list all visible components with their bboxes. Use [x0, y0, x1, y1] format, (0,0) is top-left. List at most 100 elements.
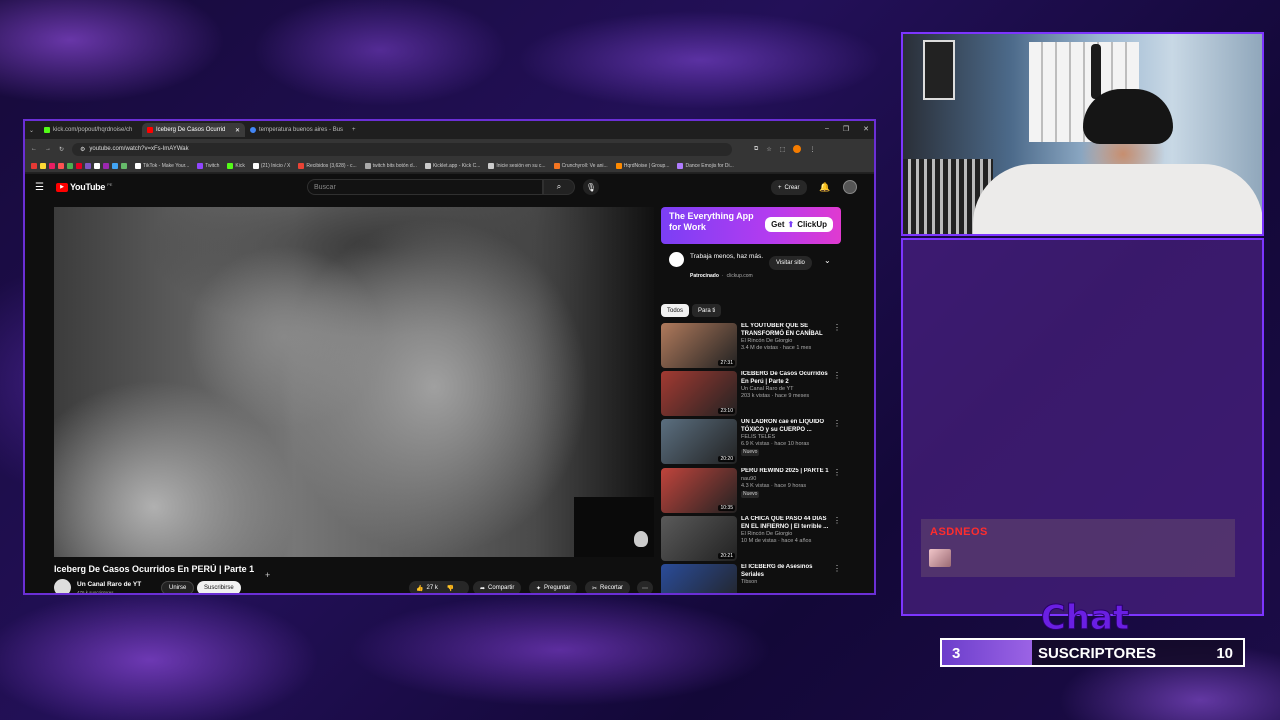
subscribe-button[interactable]: Suscribirse: [197, 581, 241, 593]
bookmark-crunchyroll[interactable]: Crunchyroll: Ve ani...: [553, 162, 608, 169]
close-icon[interactable]: ✕: [235, 127, 240, 134]
like-button[interactable]: 👍 27 k: [416, 585, 438, 592]
ad-headline: The Everything App for Work: [669, 211, 754, 232]
more-vertical-icon[interactable]: ⋮: [833, 323, 841, 368]
dislike-button[interactable]: 👎: [447, 585, 454, 592]
bookmark-login[interactable]: Inicie sesión en su c...: [488, 162, 546, 169]
voice-search-button[interactable]: 🎙: [583, 179, 599, 195]
recommendation-title[interactable]: El ICEBERG de Asesinos Seriales: [741, 564, 829, 579]
recommendation-channel[interactable]: Tibson: [741, 579, 829, 586]
site-info-icon[interactable]: ⚙: [80, 146, 85, 153]
back-icon[interactable]: ←: [31, 146, 37, 152]
bookmark-dance-emojis[interactable]: Dance Emojis for Di...: [677, 162, 734, 169]
minimize-icon[interactable]: –: [825, 125, 829, 133]
notifications-bell-icon[interactable]: 🔔: [819, 182, 830, 193]
bookmark-hqrdnoise[interactable]: HqrdNoise | Group...: [615, 162, 669, 169]
search-input[interactable]: Buscar: [307, 179, 543, 195]
profile-icon[interactable]: [793, 145, 802, 153]
more-actions-button[interactable]: ⋯: [637, 581, 653, 593]
avatar[interactable]: [843, 180, 857, 194]
bookmark-twitch-bits[interactable]: twitch bits botón d...: [364, 162, 417, 169]
menu-icon[interactable]: ⋮: [809, 146, 815, 153]
visit-site-button[interactable]: Visitar sitio: [769, 256, 812, 270]
bookmark-kick[interactable]: Kick: [227, 162, 245, 169]
extensions-icon[interactable]: ⬚: [780, 146, 786, 153]
recommendation-item[interactable]: El ICEBERG de Asesinos Seriales Tibson ⋮: [661, 564, 841, 593]
bookmark-twitch[interactable]: Twitch: [197, 162, 219, 169]
recommendation-item[interactable]: 20:21 LA CHICA QUE PASÓ 44 DÍAS EN EL INF…: [661, 516, 841, 561]
ad-banner[interactable]: The Everything App for Work Get ⬆ ClickUp: [661, 207, 841, 244]
sparkle-icon: ✦: [536, 585, 542, 592]
more-vertical-icon[interactable]: ⋮: [833, 371, 841, 416]
reload-icon[interactable]: ↻: [59, 146, 64, 153]
video-thumbnail[interactable]: 23:10: [661, 371, 737, 416]
create-button[interactable]: + Crear: [771, 180, 807, 195]
more-vertical-icon[interactable]: ⋮: [833, 564, 841, 593]
recommendation-meta: 4.3 K vistas · hace 9 horas: [741, 482, 807, 489]
chevron-down-icon[interactable]: ⌄: [824, 256, 831, 265]
bookmark-kicklet[interactable]: Kicklet.app - Kick C...: [424, 162, 480, 169]
share-button[interactable]: ➦ Compartir: [473, 581, 522, 593]
recommendation-title[interactable]: LA CHICA QUE PASÓ 44 DÍAS EN EL INFIERNO…: [741, 516, 829, 531]
recommendation-title[interactable]: PERU REWIND 2025 | PARTE 1: [741, 468, 829, 476]
address-bar: ← → ↻ ⚙ youtube.com/watch?v=xFs-ImAYWak ⧉…: [25, 139, 874, 159]
chip-para-ti[interactable]: Para ti: [692, 304, 722, 317]
hamburger-menu-icon[interactable]: ☰: [35, 182, 44, 193]
recommendation-channel[interactable]: El Rincón De Giorgio: [741, 338, 829, 345]
star-icon[interactable]: ☆: [766, 146, 771, 153]
video-thumbnail[interactable]: [661, 564, 737, 593]
more-vertical-icon[interactable]: ⋮: [833, 468, 841, 513]
tab-kick[interactable]: kick.com/popout/hqrdnoise/ch: [39, 123, 142, 137]
chip-todos[interactable]: Todos: [661, 304, 690, 317]
video-thumbnail[interactable]: 27:31: [661, 323, 737, 368]
recommendation-channel[interactable]: Un Canal Raro de YT: [741, 386, 829, 393]
more-vertical-icon[interactable]: ⋮: [833, 419, 841, 464]
search-button[interactable]: ⌕: [543, 179, 575, 195]
channel-avatar[interactable]: [54, 579, 71, 593]
recommendation-item[interactable]: 10:35 PERU REWIND 2025 | PARTE 1 nau90 4.3 …: [661, 468, 841, 513]
tab-youtube[interactable]: Iceberg De Casos Ocurrid ✕: [142, 123, 245, 137]
url-field[interactable]: ⚙ youtube.com/watch?v=xFs-ImAYWak: [72, 142, 733, 156]
subscriber-count: 476 k suscriptores: [77, 590, 114, 595]
join-button[interactable]: Unirse: [161, 581, 195, 593]
new-tab-button[interactable]: +: [352, 127, 356, 133]
channel-name[interactable]: Un Canal Raro de YT: [77, 581, 141, 588]
new-badge: Nuevo: [741, 490, 760, 498]
recommendation-item[interactable]: 23:10 ICEBERG De Casos Ocurridos En Perú …: [661, 371, 841, 416]
recommendation-channel[interactable]: nau90: [741, 476, 829, 483]
video-thumbnail[interactable]: 20:20: [661, 419, 737, 464]
recommendation-channel[interactable]: FELIS TELES: [741, 434, 829, 441]
recommendation-item[interactable]: 27:31 EL YOUTUBER QUE SE TRANSFORMÓ EN CA…: [661, 323, 841, 368]
recommendation-text: LA CHICA QUE PASÓ 44 DÍAS EN EL INFIERNO…: [741, 516, 829, 561]
close-window-icon[interactable]: ✕: [863, 125, 869, 133]
video-player[interactable]: [54, 207, 654, 557]
ad-get-button[interactable]: Get ⬆ ClickUp: [765, 217, 833, 232]
forward-icon[interactable]: →: [45, 146, 51, 152]
recommendation-title[interactable]: EL YOUTUBER QUE SE TRANSFORMÓ EN CANÍBAL…: [741, 323, 829, 338]
bookmark-gmail[interactable]: Recibidos (3,628) - c...: [298, 162, 357, 169]
recommendation-meta: 3.4 M de vistas · hace 1 mes: [741, 345, 812, 351]
recommendation-title[interactable]: UN LADRÓN cae en LÍQUIDO TÓXICO y su CUE…: [741, 419, 829, 434]
recommendation-title[interactable]: ICEBERG De Casos Ocurridos En Perú | Par…: [741, 371, 829, 386]
bookmark-tiktok[interactable]: TikTok - Make Your...: [135, 162, 189, 169]
ask-button[interactable]: ✦ Preguntar: [529, 581, 578, 593]
youtube-logo[interactable]: ▶ YouTube PE: [56, 182, 112, 192]
thumbs-up-icon: 👍: [416, 585, 424, 592]
youtube-icon: [147, 127, 153, 133]
video-thumbnail[interactable]: 20:21: [661, 516, 737, 561]
more-vertical-icon[interactable]: ⋮: [833, 516, 841, 561]
clickup-logo-icon: ⬆: [787, 220, 795, 229]
recommendation-channel[interactable]: El Rincón De Giorgio: [741, 531, 829, 538]
install-icon[interactable]: ⧉: [754, 146, 758, 153]
tab-search-icon[interactable]: ⌄: [29, 127, 39, 134]
kick-icon: [44, 127, 50, 133]
video-thumbnail[interactable]: 10:35: [661, 468, 737, 513]
tab-weather[interactable]: temperatura buenos aires - Bus: [245, 123, 348, 137]
maximize-icon[interactable]: ❐: [843, 125, 849, 133]
new-badge: Nuevo: [741, 449, 760, 456]
cursor-crosshair-icon: +: [265, 570, 271, 580]
clip-button[interactable]: ✂ Recortar: [585, 581, 631, 593]
bookmark-x[interactable]: (21) Inicio / X: [252, 162, 290, 169]
recommendation-item[interactable]: 20:20 UN LADRÓN cae en LÍQUIDO TÓXICO y s…: [661, 419, 841, 464]
recommendation-text: EL YOUTUBER QUE SE TRANSFORMÓ EN CANÍBAL…: [741, 323, 829, 368]
